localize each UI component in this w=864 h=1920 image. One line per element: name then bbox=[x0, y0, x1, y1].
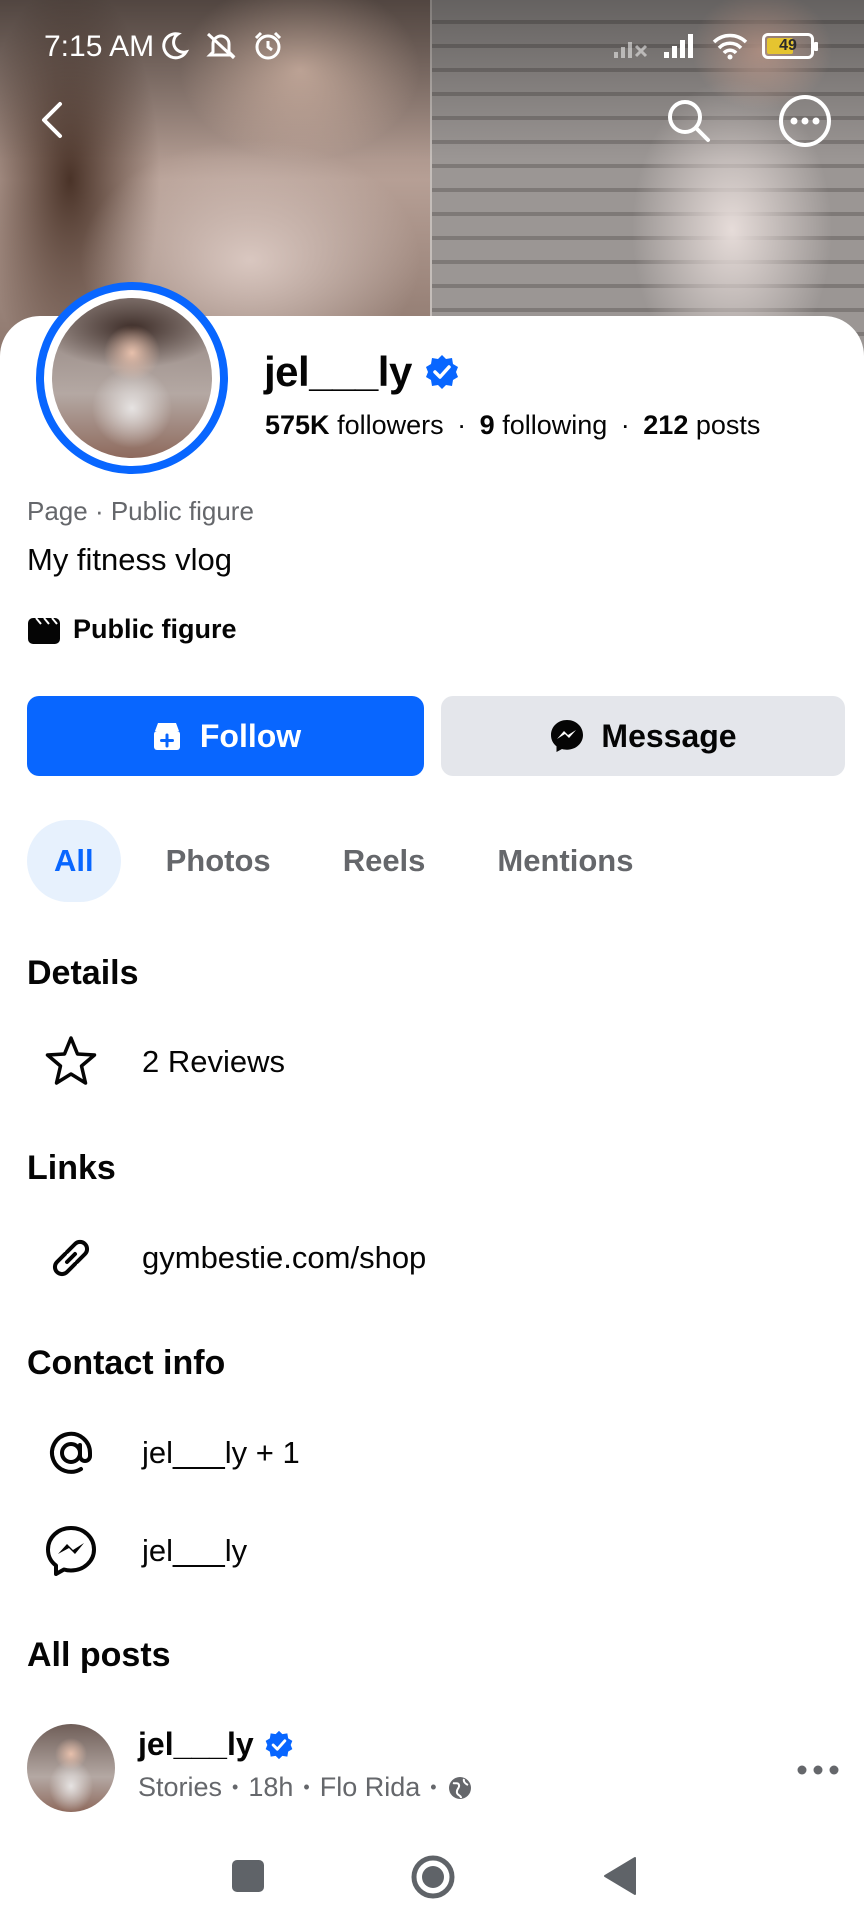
followers-stat[interactable]: 575K followers bbox=[265, 410, 444, 440]
followers-label: followers bbox=[337, 410, 444, 440]
profile-stats: 575K followers · 9 following · 212 posts bbox=[265, 410, 760, 441]
back-arrow-icon[interactable] bbox=[30, 96, 78, 144]
page-category: Page · Public figure bbox=[27, 496, 254, 526]
meta-separator: • bbox=[303, 1777, 310, 1797]
globe-icon bbox=[448, 1776, 471, 1799]
battery-level: 49 bbox=[779, 37, 797, 54]
follow-page-icon bbox=[153, 723, 180, 750]
clapperboard-icon bbox=[28, 616, 60, 644]
posts-stat[interactable]: 212 posts bbox=[643, 410, 760, 440]
avatar-image bbox=[52, 298, 212, 458]
home-button[interactable] bbox=[410, 1854, 456, 1900]
alarm-icon bbox=[254, 31, 282, 60]
email-row[interactable]: jel___ly + 1 bbox=[40, 1422, 300, 1484]
post-time[interactable]: 18h bbox=[248, 1772, 293, 1803]
status-left-icons bbox=[158, 30, 284, 62]
follow-button[interactable]: Follow bbox=[27, 696, 424, 776]
message-button[interactable]: Message bbox=[441, 696, 845, 776]
post-author-avatar[interactable] bbox=[27, 1724, 115, 1812]
recents-button[interactable] bbox=[232, 1860, 264, 1892]
followers-count: 575K bbox=[265, 410, 330, 440]
post-author-row: jel___ly bbox=[138, 1726, 294, 1763]
links-title: Links bbox=[27, 1149, 116, 1187]
battery-icon: 49 bbox=[762, 33, 818, 59]
verified-badge-icon bbox=[425, 355, 458, 389]
follow-label: Follow bbox=[199, 717, 302, 754]
bell-off-icon bbox=[206, 32, 236, 60]
system-nav-bar bbox=[0, 1836, 864, 1920]
moon-icon bbox=[162, 32, 190, 60]
posts-label: posts bbox=[695, 410, 761, 440]
status-time: 7:15 AM bbox=[44, 30, 155, 63]
profile-name-row: jel___ly bbox=[264, 348, 460, 396]
meta-separator: • bbox=[430, 1777, 437, 1797]
at-sign-icon bbox=[40, 1422, 102, 1484]
contact-email: jel___ly + 1 bbox=[142, 1435, 300, 1470]
messenger-outline-icon bbox=[40, 1520, 102, 1582]
reviews-row[interactable]: 2 Reviews bbox=[40, 1031, 285, 1093]
reviews-text: 2 Reviews bbox=[142, 1044, 285, 1079]
search-icon[interactable] bbox=[664, 96, 712, 144]
link-icon bbox=[40, 1227, 102, 1289]
posts-count: 212 bbox=[643, 410, 689, 440]
link-url: gymbestie.com/shop bbox=[142, 1240, 427, 1275]
post-music[interactable]: Flo Rida bbox=[320, 1772, 421, 1803]
message-label: Message bbox=[601, 717, 737, 754]
stats-separator: · bbox=[457, 410, 467, 440]
back-button[interactable] bbox=[602, 1856, 638, 1896]
wifi-icon bbox=[712, 33, 748, 60]
signal-off-icon bbox=[614, 42, 648, 58]
profile-bio: My fitness vlog bbox=[27, 542, 233, 577]
signal-icon bbox=[664, 34, 693, 58]
profile-name: jel___ly bbox=[264, 348, 412, 395]
tab-reels[interactable]: Reels bbox=[316, 820, 453, 902]
status-bar: 7:15 AM 49 bbox=[0, 0, 864, 96]
all-posts-title: All posts bbox=[27, 1636, 171, 1674]
post-author-name[interactable]: jel___ly bbox=[138, 1726, 254, 1763]
following-count: 9 bbox=[479, 410, 495, 440]
status-right-icons: 49 bbox=[612, 32, 818, 60]
messenger-row[interactable]: jel___ly bbox=[40, 1520, 247, 1582]
profile-avatar[interactable] bbox=[36, 282, 228, 474]
stats-separator: · bbox=[620, 410, 630, 440]
messenger-icon bbox=[551, 720, 584, 752]
tab-all[interactable]: All bbox=[27, 820, 121, 902]
post-meta: Stories • 18h • Flo Rida • bbox=[138, 1772, 473, 1803]
public-figure-row: Public figure bbox=[27, 614, 237, 645]
more-circle-icon[interactable] bbox=[778, 94, 832, 148]
post-header: jel___ly Stories • 18h • Flo Rida • bbox=[27, 1724, 847, 1814]
contact-title: Contact info bbox=[27, 1344, 226, 1382]
tab-mentions[interactable]: Mentions bbox=[470, 820, 660, 902]
link-row[interactable]: gymbestie.com/shop bbox=[40, 1227, 426, 1289]
star-icon bbox=[40, 1031, 102, 1093]
verified-badge-icon bbox=[265, 1730, 292, 1759]
meta-separator: • bbox=[232, 1777, 239, 1797]
public-figure-label: Public figure bbox=[73, 614, 237, 644]
profile-tabs: All Photos Reels Mentions bbox=[27, 820, 678, 902]
following-stat[interactable]: 9 following bbox=[480, 410, 608, 440]
post-source: Stories bbox=[138, 1772, 223, 1802]
more-horizontal-icon[interactable] bbox=[793, 1750, 843, 1790]
contact-messenger: jel___ly bbox=[142, 1533, 248, 1568]
tab-photos[interactable]: Photos bbox=[139, 820, 298, 902]
details-title: Details bbox=[27, 954, 139, 992]
following-label: following bbox=[502, 410, 608, 440]
